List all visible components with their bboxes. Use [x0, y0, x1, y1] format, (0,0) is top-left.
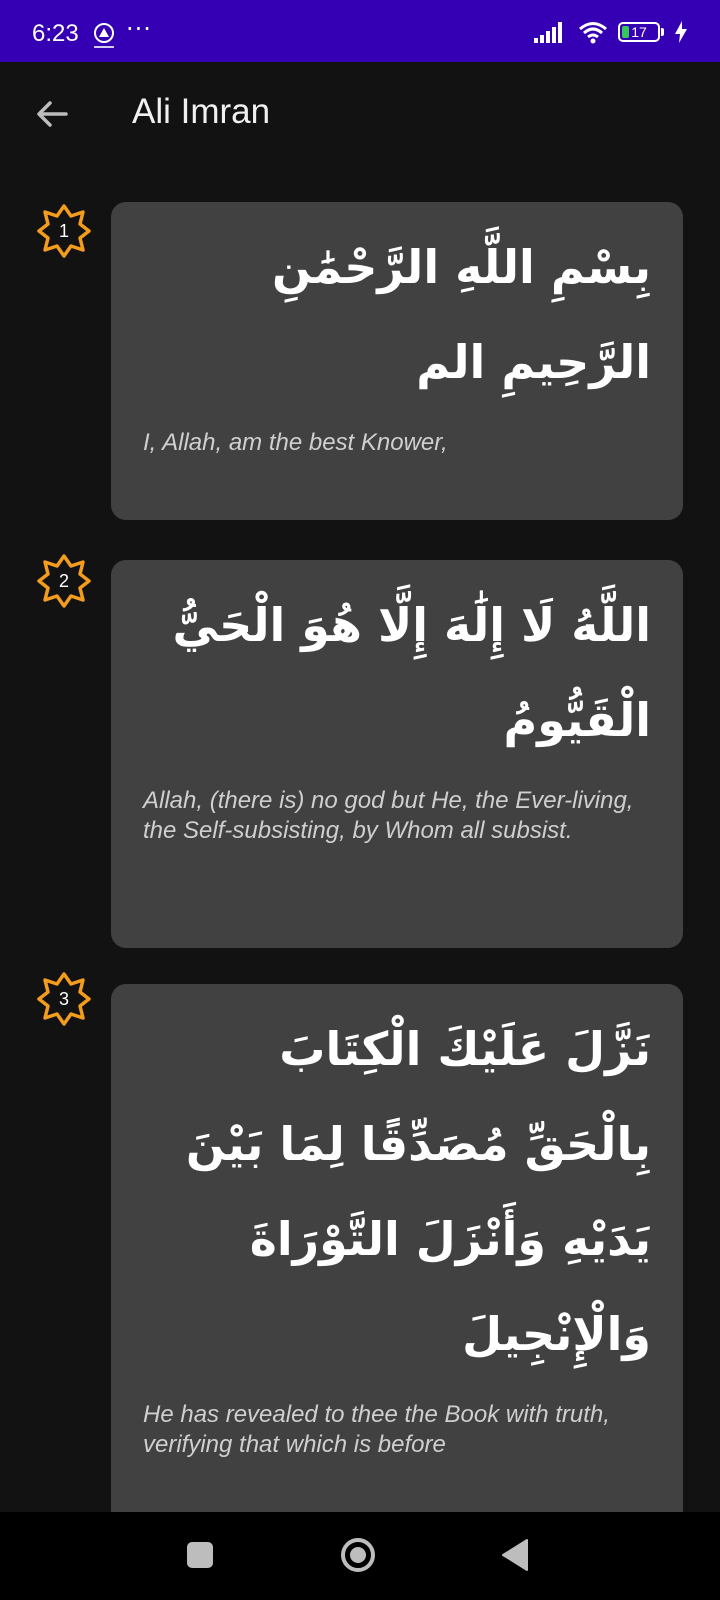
page-title: Ali Imran — [132, 92, 271, 131]
verse-arabic-text: بِسْمِ اللَّهِ الرَّحْمَٰنِ الرَّحِيمِ ا… — [272, 240, 651, 389]
battery-level: 17 — [631, 24, 647, 40]
app-bar: Ali Imran — [0, 62, 720, 166]
verse-number-badge: 3 — [37, 972, 91, 1026]
lightning-icon — [675, 21, 687, 43]
verse-translation: Allah, (there is) no god but He, the Eve… — [143, 787, 634, 844]
verse-arabic-text: نَزَّلَ عَلَيْكَ الْكِتَابَ بِالْحَقِّ م… — [185, 1022, 651, 1361]
verse-card[interactable]: بِسْمِ اللَّهِ الرَّحْمَٰنِ الرَّحِيمِ ا… — [111, 202, 683, 520]
back-arrow-icon[interactable] — [32, 94, 72, 134]
verse-list[interactable]: 1 بِسْمِ اللَّهِ الرَّحْمَٰنِ الرَّحِيمِ… — [0, 166, 720, 1512]
signal-icon — [534, 22, 562, 43]
system-nav-bar — [0, 1512, 720, 1600]
back-button[interactable] — [501, 1538, 529, 1572]
verse-number: 3 — [58, 989, 69, 1009]
more-notifications-icon: ··· — [126, 15, 152, 43]
verse-number-badge: 2 — [37, 554, 91, 608]
status-icons: 17 — [534, 20, 688, 44]
verse-number: 2 — [58, 571, 69, 591]
verse-translation: He has revealed to thee the Book with tr… — [143, 1401, 610, 1458]
verse-card[interactable]: اللَّهُ لَا إِلَٰهَ إِلَّا هُوَ الْحَيُّ… — [111, 560, 683, 948]
status-time: 6:23 — [32, 20, 79, 47]
home-button[interactable] — [340, 1537, 376, 1573]
verse-translation: I, Allah, am the best Knower, — [143, 429, 448, 456]
verse-number: 1 — [58, 221, 69, 241]
battery-icon: 17 — [618, 22, 664, 42]
status-bar: 6:23 ··· 17 — [0, 0, 720, 62]
verse-number-badge: 1 — [37, 204, 91, 258]
recents-button[interactable] — [187, 1542, 213, 1568]
astrapay-icon — [94, 23, 114, 48]
verse-arabic-text: اللَّهُ لَا إِلَٰهَ إِلَّا هُوَ الْحَيُّ… — [172, 598, 651, 747]
verse-card[interactable]: نَزَّلَ عَلَيْكَ الْكِتَابَ بِالْحَقِّ م… — [111, 984, 683, 1512]
wifi-icon — [579, 22, 607, 44]
